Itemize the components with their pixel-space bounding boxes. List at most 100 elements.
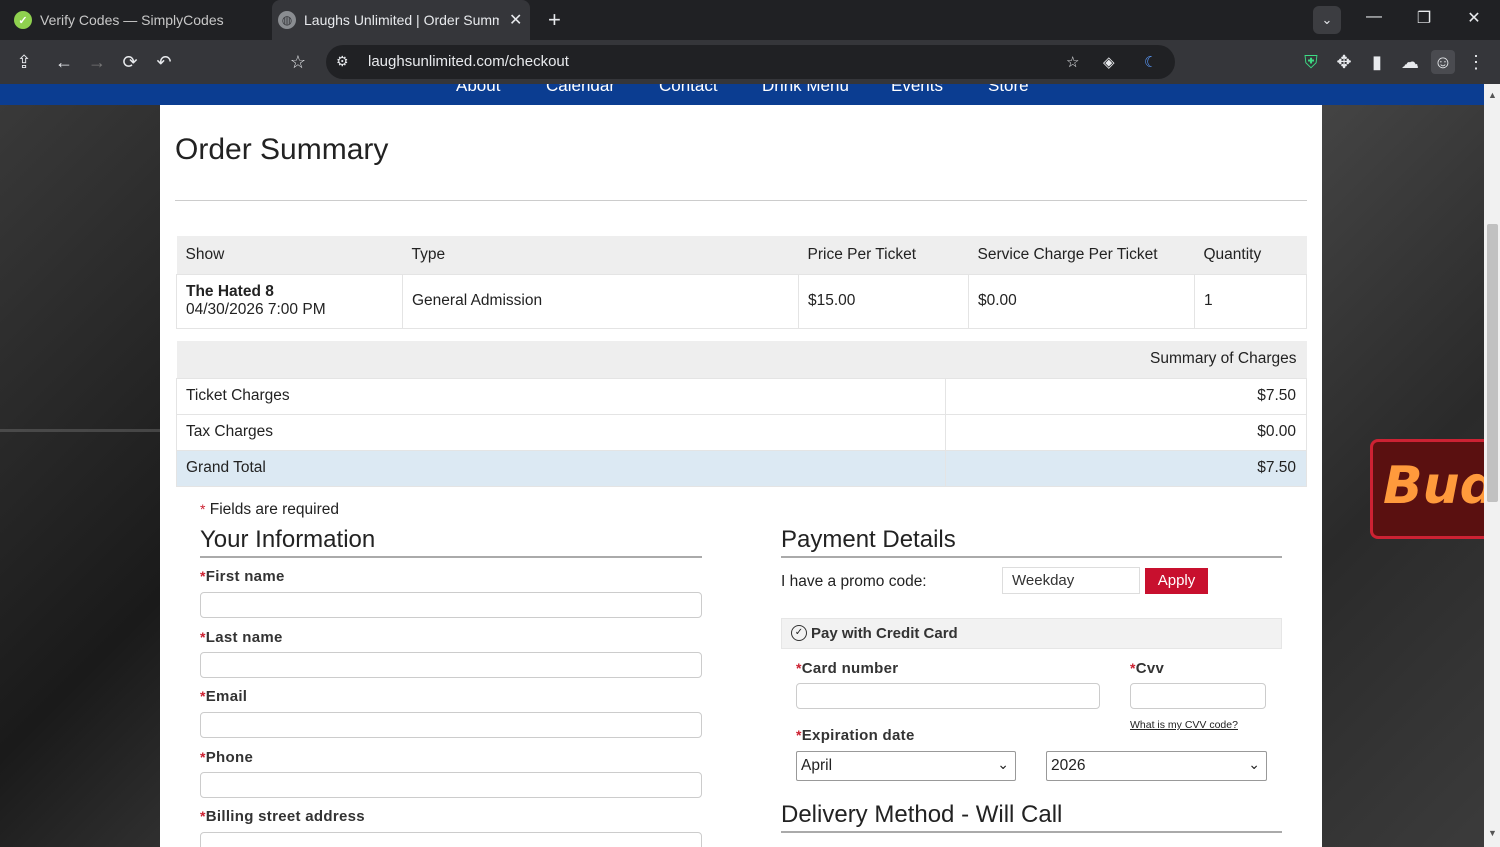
browser-tab-bar: ✓ Verify Codes — SimplyCodes ◍ Laughs Un… [0, 0, 1500, 40]
expiration-year-select[interactable]: 2026 ⌄ [1046, 751, 1267, 781]
site-settings-icon[interactable]: ⚙ [336, 53, 349, 70]
cvv-input[interactable] [1130, 683, 1266, 709]
billing-address-label: *Billing street address [200, 808, 365, 825]
email-input[interactable] [200, 712, 702, 738]
pay-option-label: Pay with Credit Card [811, 625, 958, 642]
card-number-label: *Card number [796, 660, 899, 677]
required-note: * Fields are required [200, 501, 339, 519]
divider [175, 200, 1307, 201]
nav-calendar[interactable]: Calendar [546, 84, 615, 96]
col-type: Type [402, 236, 799, 274]
show-name: The Hated 8 [186, 283, 274, 300]
delivery-method-title: Delivery Method - Will Call [781, 801, 1282, 833]
browser-toolbar: ⇪ ← → ⟳ ↶ ☆ ⚙ laughsunlimited.com/checko… [0, 40, 1500, 84]
address-bar[interactable]: ⚙ laughsunlimited.com/checkout ☆ ◈ ☾ [326, 45, 1175, 79]
extension-layers-icon[interactable]: ◈ [1103, 53, 1115, 71]
nav-about[interactable]: About [456, 84, 500, 96]
apply-promo-button[interactable]: Apply [1145, 568, 1208, 594]
grand-total-label: Grand Total [176, 449, 946, 487]
first-name-input[interactable] [200, 592, 702, 618]
charge-label: Ticket Charges [176, 377, 946, 415]
grand-total-row: Grand Total $7.50 [176, 449, 1307, 487]
bookmark-star-icon[interactable]: ☆ [286, 50, 310, 74]
show-cell: The Hated 8 04/30/2026 7:00 PM [176, 273, 403, 329]
url-text: laughsunlimited.com/checkout [368, 53, 569, 70]
simplycodes-icon: ✓ [14, 11, 32, 29]
last-name-input[interactable] [200, 652, 702, 678]
order-table-header: Show Type Price Per Ticket Service Charg… [176, 236, 1307, 274]
nav-events[interactable]: Events [891, 84, 943, 96]
nav-drink-menu[interactable]: Drink Menu [762, 84, 849, 96]
reload-icon[interactable]: ⟳ [118, 50, 142, 74]
bookmark-icon[interactable]: ☆ [1066, 53, 1079, 71]
site-nav: About Calendar Contact Drink Menu Events… [0, 84, 1484, 105]
order-table: Show Type Price Per Ticket Service Charg… [176, 236, 1307, 329]
phone-input[interactable] [200, 772, 702, 798]
service-charge: $0.00 [968, 273, 1195, 329]
scrollbar-thumb[interactable] [1487, 224, 1498, 502]
forward-icon[interactable]: → [85, 50, 109, 74]
charge-amount: $0.00 [945, 413, 1307, 451]
nav-contact[interactable]: Contact [659, 84, 718, 96]
shield-extension-icon[interactable]: ⛨ [1299, 50, 1323, 74]
tab-search-icon[interactable]: ⌄ [1313, 6, 1341, 34]
selected-month: April [801, 757, 833, 774]
check-circle-icon: ✓ [791, 625, 807, 641]
dark-mode-icon[interactable]: ☾ [1144, 53, 1157, 71]
payment-details-title: Payment Details [781, 526, 1282, 558]
expiration-month-select[interactable]: April ⌄ [796, 751, 1016, 781]
col-service-charge: Service Charge Per Ticket [968, 236, 1195, 274]
tab-simplycodes[interactable]: ✓ Verify Codes — SimplyCodes [0, 0, 272, 40]
extensions-puzzle-icon[interactable]: ✥ [1332, 50, 1356, 74]
selected-year: 2026 [1051, 757, 1086, 774]
col-quantity: Quantity [1194, 236, 1307, 274]
profile-avatar-icon[interactable]: ☺ [1431, 50, 1455, 74]
table-row: The Hated 8 04/30/2026 7:00 PM General A… [176, 273, 1307, 329]
charge-amount: $7.50 [945, 377, 1307, 415]
billing-address-input[interactable] [200, 832, 702, 847]
table-row: Tax Charges $0.00 [176, 413, 1307, 451]
neon-sign-image: Bud [1370, 439, 1484, 539]
checkout-panel: Order Summary Show Type Price Per Ticket… [160, 105, 1322, 847]
side-panel-icon[interactable]: ▮ [1365, 50, 1389, 74]
restore-icon[interactable]: ❐ [1409, 8, 1439, 28]
card-number-input[interactable] [796, 683, 1100, 709]
charges-table: Summary of Charges Ticket Charges $7.50 … [176, 341, 1307, 487]
show-datetime: 04/30/2026 7:00 PM [186, 301, 326, 318]
background-decoration [0, 429, 160, 432]
promo-code-input[interactable]: Weekday [1002, 567, 1140, 594]
page-scrollbar[interactable]: ▲ ▼ [1484, 84, 1500, 847]
email-label: *Email [200, 688, 248, 705]
undo-icon[interactable]: ↶ [152, 50, 176, 74]
tab-laughs-unlimited[interactable]: ◍ Laughs Unlimited | Order Summary ✕ [272, 0, 530, 40]
charge-label: Tax Charges [176, 413, 946, 451]
pay-with-credit-card-option[interactable]: ✓ Pay with Credit Card [781, 618, 1282, 649]
close-tab-icon[interactable]: ✕ [509, 10, 522, 30]
new-tab-button[interactable]: + [548, 7, 561, 33]
upload-icon[interactable]: ⇪ [12, 50, 36, 74]
col-price: Price Per Ticket [798, 236, 969, 274]
promo-label: I have a promo code: [781, 573, 927, 590]
tab-title: Verify Codes — SimplyCodes [40, 12, 224, 28]
chevron-down-icon: ⌄ [1248, 756, 1260, 772]
page-title: Order Summary [175, 133, 389, 166]
ticket-type: General Admission [402, 273, 799, 329]
scroll-down-icon[interactable]: ▼ [1488, 828, 1497, 838]
tab-title: Laughs Unlimited | Order Summary [304, 12, 499, 28]
globe-icon: ◍ [278, 11, 296, 29]
minimize-icon[interactable]: — [1359, 8, 1389, 26]
first-name-label: *First name [200, 568, 285, 585]
charges-header: Summary of Charges [176, 341, 1307, 378]
col-show: Show [176, 236, 403, 274]
required-note-text: Fields are required [209, 501, 339, 518]
close-window-icon[interactable]: ✕ [1459, 8, 1489, 28]
ticket-price: $15.00 [798, 273, 969, 329]
cloud-upload-icon[interactable]: ☁ [1398, 50, 1422, 74]
grand-total-amount: $7.50 [945, 449, 1307, 487]
back-icon[interactable]: ← [52, 50, 76, 74]
nav-store[interactable]: Store [988, 84, 1029, 96]
scroll-up-icon[interactable]: ▲ [1488, 90, 1497, 100]
cvv-help-link[interactable]: What is my CVV code? [1130, 719, 1238, 731]
menu-kebab-icon[interactable]: ⋮ [1464, 50, 1488, 74]
your-information-title: Your Information [200, 526, 702, 558]
